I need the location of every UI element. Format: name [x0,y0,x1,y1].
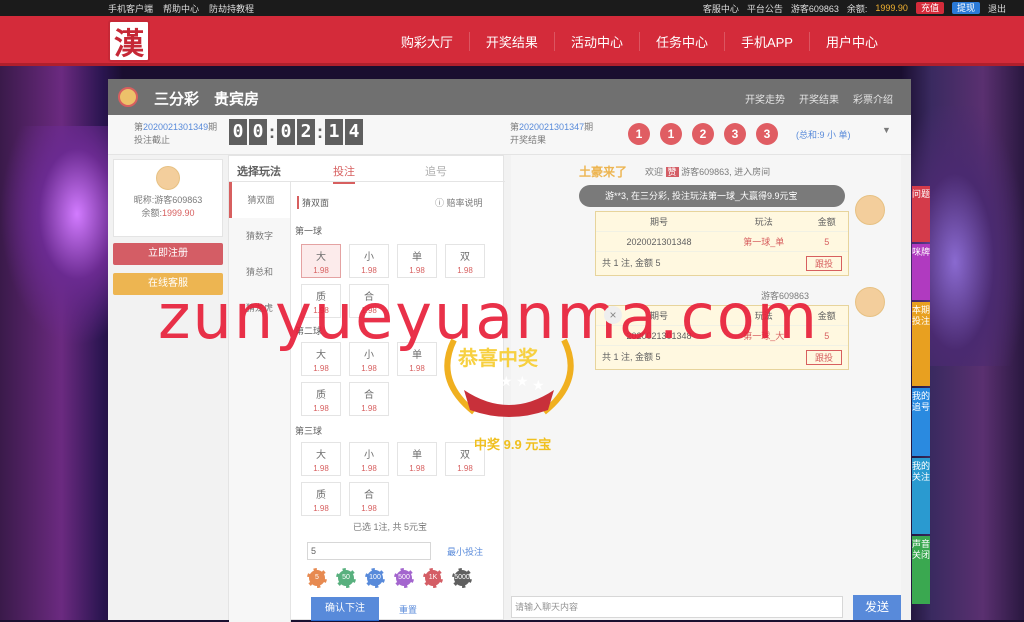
bg-glow-left [0,126,110,346]
win-popup: ★ ★ ★ ★ 恭喜中奖 中奖 9.9 元宝 [424,320,594,452]
top-bar: 手机客户端 帮助中心 防劫持教程 客服中心 平台公告 游客609863 余额: … [0,0,1024,16]
side-question[interactable]: 问题 [912,186,930,242]
side-current-bet[interactable]: 本期投注 [912,302,930,386]
nav-lottery-hall[interactable]: 购彩大厅 [385,32,469,51]
side-sound-off[interactable]: 声音关闭 [912,536,930,604]
logo[interactable]: 漢 [108,20,150,62]
svg-text:★: ★ [532,377,545,393]
side-peek[interactable]: 咪牌 [912,244,930,300]
nav-user-center[interactable]: 用户中心 [808,31,894,51]
nav-activity[interactable]: 活动中心 [553,31,639,51]
client-link[interactable]: 手机客户端 [108,2,153,15]
anti-hijack-link[interactable]: 防劫持教程 [209,2,254,15]
notice-link[interactable]: 平台公告 [747,2,783,15]
balance-value: 1999.90 [875,3,908,13]
logout-link[interactable]: 退出 [988,2,1006,15]
float-sidebar: 问题 咪牌 本期投注 我的追号 我的关注 声音关闭 [912,186,930,606]
close-icon[interactable]: × [604,306,622,324]
header: 漢 购彩大厅 开奖结果 活动中心 任务中心 手机APP 用户中心 [0,16,1024,66]
win-amount: 中奖 9.9 元宝 [474,437,552,452]
recharge-button[interactable]: 充值 [915,2,944,14]
nav-app[interactable]: 手机APP [723,31,809,51]
svg-text:★: ★ [500,373,513,389]
help-link[interactable]: 帮助中心 [163,2,199,15]
svg-text:★: ★ [484,377,497,393]
side-my-chase[interactable]: 我的追号 [912,388,930,456]
balance-label: 余额: [846,3,868,14]
side-my-follow[interactable]: 我的关注 [912,458,930,534]
nav-tasks[interactable]: 任务中心 [638,31,724,51]
win-title: 恭喜中奖 [458,348,538,370]
withdraw-button[interactable]: 提现 [951,2,980,14]
user-name: 游客609863 [790,3,839,14]
nav-results[interactable]: 开奖结果 [468,31,554,51]
service-link[interactable]: 客服中心 [703,2,739,15]
main-nav: 购彩大厅 开奖结果 活动中心 任务中心 手机APP 用户中心 [385,16,894,66]
svg-text:★: ★ [516,373,529,389]
